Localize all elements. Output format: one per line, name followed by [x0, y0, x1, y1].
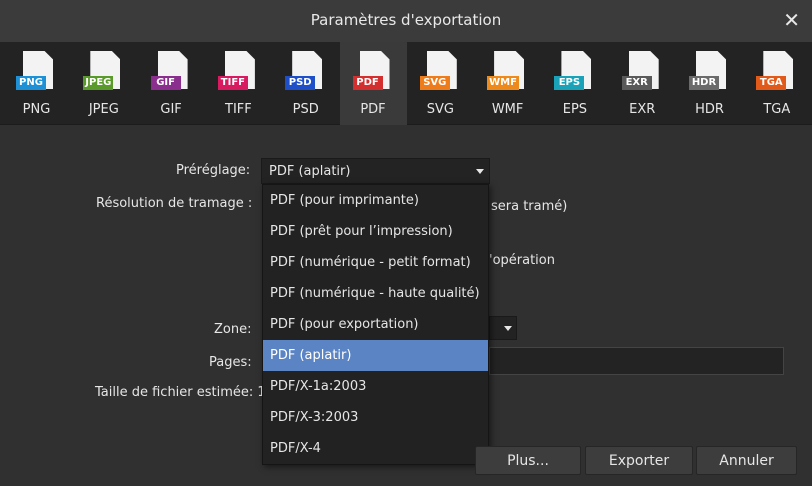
format-label: EPS — [562, 102, 588, 117]
format-label: GIF — [160, 102, 182, 117]
pages-input[interactable] — [489, 347, 784, 375]
format-badge: PNG — [16, 76, 46, 90]
dropdown-option[interactable]: PDF (aplatir) — [263, 340, 488, 371]
format-tiff-button[interactable]: TIFF TIFF — [205, 42, 272, 125]
format-badge: EPS — [554, 76, 585, 90]
pages-label: Pages: — [209, 355, 252, 370]
format-psd-button[interactable]: PSD PSD — [272, 42, 339, 125]
preset-select[interactable]: PDF (aplatir) — [261, 158, 490, 184]
dropdown-option[interactable]: PDF/X-3:2003 — [263, 402, 488, 433]
zone-label: Zone: — [214, 322, 252, 337]
format-badge: GIF — [150, 76, 181, 90]
format-wmf-button[interactable]: WMF WMF — [474, 42, 541, 125]
format-label: WMF — [491, 102, 524, 117]
dropdown-option[interactable]: PDF (numérique - petit format) — [263, 247, 488, 278]
format-label: PSD — [292, 102, 319, 117]
format-png-button[interactable]: PNG PNG — [3, 42, 70, 125]
format-tga-button[interactable]: TGA TGA — [743, 42, 810, 125]
format-badge: SVG — [419, 76, 450, 90]
dropdown-option[interactable]: PDF (numérique - haute qualité) — [263, 278, 488, 309]
title-bar: Paramètres d'exportation ✕ — [0, 0, 812, 42]
format-badge: TGA — [756, 76, 787, 90]
format-svg-button[interactable]: SVG SVG — [407, 42, 474, 125]
cancel-button[interactable]: Annuler — [696, 446, 797, 475]
format-badge: WMF — [487, 76, 519, 90]
raster-note-text: sera tramé) — [491, 199, 568, 214]
format-badge: PSD — [285, 76, 316, 90]
format-gif-button[interactable]: GIF GIF — [138, 42, 205, 125]
format-badge: JPEG — [83, 76, 114, 90]
format-badge: TIFF — [217, 76, 248, 90]
format-eps-button[interactable]: EPS EPS — [541, 42, 608, 125]
estimated-filesize-label: Taille de fichier estimée: 1 — [95, 385, 266, 400]
operation-text: 'opération — [489, 253, 555, 268]
dropdown-option[interactable]: PDF (pour imprimante) — [263, 185, 488, 216]
format-label: SVG — [426, 102, 454, 117]
format-label: HDR — [695, 102, 724, 117]
chevron-down-icon — [504, 326, 512, 331]
zone-select[interactable] — [489, 316, 517, 340]
format-label: JPEG — [88, 102, 119, 117]
raster-resolution-label: Résolution de tramage : — [96, 196, 253, 211]
format-label: EXR — [629, 102, 656, 117]
export-button[interactable]: Exporter — [585, 446, 693, 475]
preset-dropdown-list: PDF (pour imprimante) PDF (prêt pour l’im… — [262, 184, 489, 465]
format-label: TGA — [763, 102, 791, 117]
dropdown-option[interactable]: PDF/X-1a:2003 — [263, 371, 488, 402]
format-jpeg-button[interactable]: JPEG JPEG — [70, 42, 137, 125]
format-pdf-button[interactable]: PDF PDF — [339, 42, 407, 125]
close-icon[interactable]: ✕ — [783, 8, 800, 32]
preset-label: Préréglage: — [176, 163, 251, 178]
format-label: PDF — [360, 102, 386, 117]
format-label: PNG — [22, 102, 51, 117]
dropdown-option[interactable]: PDF/X-4 — [263, 433, 488, 464]
preset-select-value: PDF (aplatir) — [269, 164, 351, 179]
format-badge: PDF — [352, 76, 383, 90]
format-badge: HDR — [689, 76, 719, 90]
window-title: Paramètres d'exportation — [310, 11, 502, 29]
format-badge: EXR — [621, 76, 652, 90]
dropdown-option[interactable]: PDF (prêt pour l’impression) — [263, 216, 488, 247]
format-label: TIFF — [225, 102, 252, 117]
format-hdr-button[interactable]: HDR HDR — [676, 42, 743, 125]
dropdown-option[interactable]: PDF (pour exportation) — [263, 309, 488, 340]
chevron-down-icon — [476, 169, 484, 174]
more-button[interactable]: Plus... — [475, 446, 581, 475]
format-toolbar: PNG PNG JPEG JPEG GIF GIF TIFF TIFF PSD PSD PDF PDF… — [0, 42, 812, 125]
format-exr-button[interactable]: EXR EXR — [609, 42, 676, 125]
